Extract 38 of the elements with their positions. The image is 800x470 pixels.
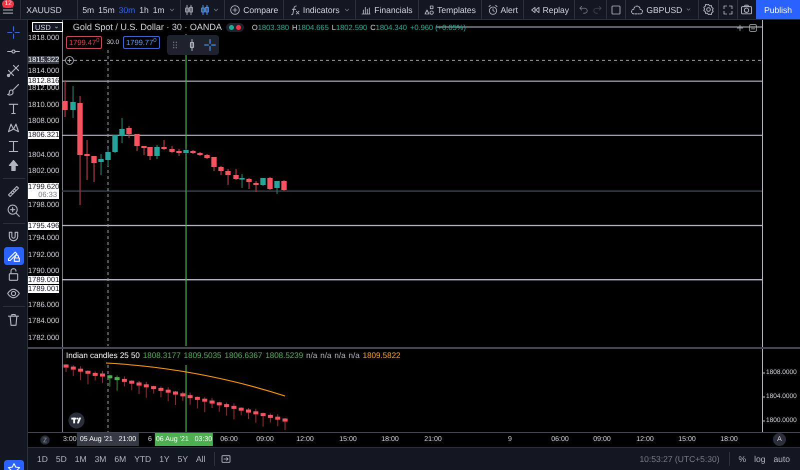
symbol-search-button[interactable]: XAUUSD <box>23 0 74 19</box>
indicator-value: 1809.5035 <box>184 351 222 360</box>
indicator-value: n/a <box>348 351 360 360</box>
interval-button[interactable]: 15m <box>96 0 117 19</box>
indicators-button[interactable]: Indicators <box>286 0 342 19</box>
range-button[interactable]: 5D <box>52 454 71 464</box>
indicator-name: Indian candles 25 50 <box>66 351 140 360</box>
interval-button[interactable]: 5m <box>80 0 96 19</box>
financials-button[interactable]: Financials <box>358 0 415 19</box>
scale-toggle[interactable]: log <box>750 454 770 464</box>
symbol-title: Gold Spot / U.S. Dollar · 30 · OANDA <box>72 22 222 32</box>
interval-button[interactable]: 30m <box>116 0 138 19</box>
range-button[interactable]: 5Y <box>174 454 192 464</box>
interval-button[interactable]: 1h <box>137 0 151 19</box>
templates-button[interactable]: Templates <box>421 0 478 19</box>
alert-button[interactable]: Alert <box>484 0 520 19</box>
interval-button[interactable]: 1m <box>150 0 166 19</box>
indicator-value: 1809.5822 <box>362 351 400 360</box>
range-button[interactable]: 1Y <box>155 454 174 464</box>
range-button[interactable]: All <box>192 454 210 464</box>
indicator-value: 1808.5239 <box>265 351 304 360</box>
clock-label: 10:53:27 (UTC+5:30) <box>638 454 721 464</box>
indicator-value: n/a <box>306 351 318 360</box>
publish-button[interactable]: Publish <box>756 0 800 19</box>
range-button[interactable]: YTD <box>130 454 156 464</box>
compare-button[interactable]: Compare <box>227 0 280 19</box>
range-button[interactable]: 3M <box>90 454 110 464</box>
indicator-value: n/a <box>334 351 346 360</box>
range-button[interactable]: 1D <box>33 454 52 464</box>
range-button[interactable]: 6M <box>110 454 130 464</box>
scale-toggle[interactable]: % <box>734 454 750 464</box>
indicator-value: 1808.3177 <box>142 351 181 360</box>
watchlist-button[interactable]: GBPUSD <box>628 0 696 19</box>
replay-button[interactable]: Replay <box>526 0 572 19</box>
scale-toggle[interactable]: auto <box>769 454 794 464</box>
indicator-value: 1806.6367 <box>224 351 262 360</box>
range-button[interactable]: 1M <box>70 454 91 464</box>
indicator-value: n/a <box>320 351 332 360</box>
